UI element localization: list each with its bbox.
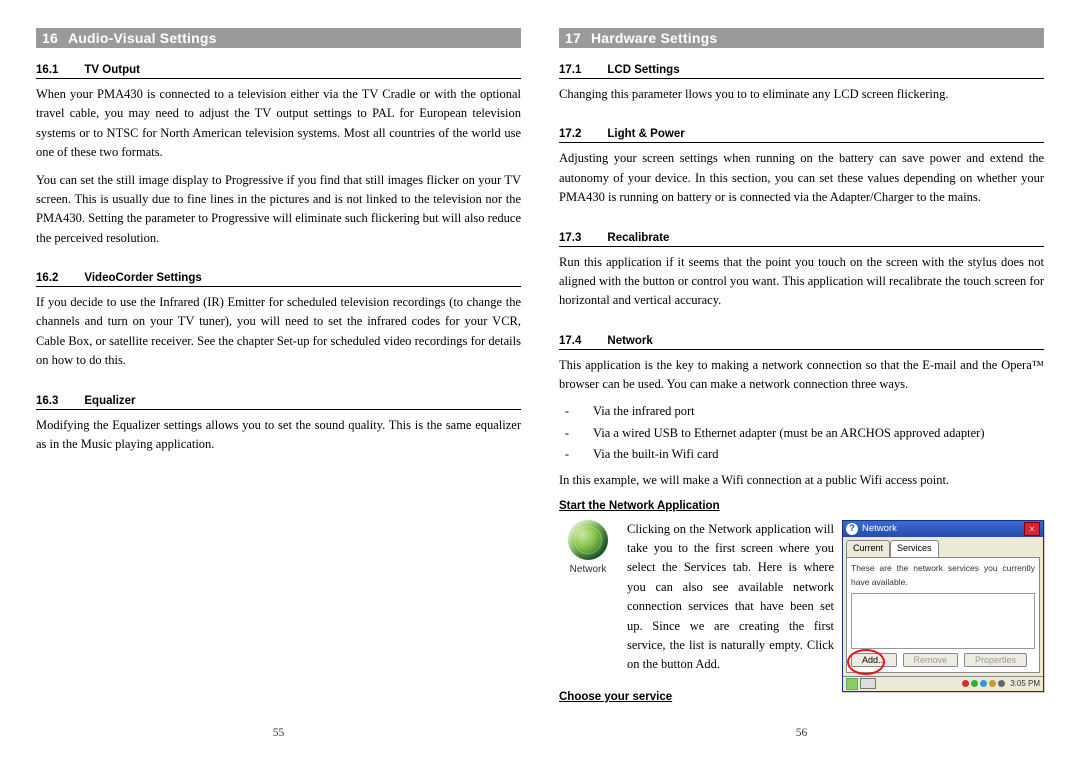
section-title: TV Output xyxy=(84,64,140,76)
services-listbox[interactable] xyxy=(851,593,1035,649)
list-item: -Via the infrared port xyxy=(559,402,1044,421)
network-dialog: ? Network × Current Services These are t… xyxy=(842,520,1044,692)
annotation-circle-icon xyxy=(847,649,885,675)
section-rule xyxy=(559,142,1044,143)
section-number: 16.1 xyxy=(36,64,58,76)
dialog-titlebar: ? Network × xyxy=(843,521,1043,538)
section-17-4: 17.4 Network This application is the key… xyxy=(559,327,1044,711)
tray-icon xyxy=(971,680,978,687)
paragraph: Changing this parameter llows you to to … xyxy=(559,85,1044,104)
page-left: 16 Audio-Visual Settings 16.1 TV Output … xyxy=(36,28,521,739)
chapter-number: 16 xyxy=(42,30,58,46)
chapter-title: Audio-Visual Settings xyxy=(68,30,217,46)
paragraph: If you decide to use the Infrared (IR) E… xyxy=(36,293,521,371)
section-body: Adjusting your screen settings when runn… xyxy=(559,149,1044,207)
section-number: 16.3 xyxy=(36,395,58,407)
bullet-list: -Via the infrared port -Via a wired USB … xyxy=(559,402,1044,464)
section-number: 17.3 xyxy=(559,232,581,244)
dialog-tabs: Current Services xyxy=(846,540,1040,557)
chapter-title: Hardware Settings xyxy=(591,30,717,46)
section-title: Light & Power xyxy=(607,128,684,140)
section-rule xyxy=(559,349,1044,350)
paragraph: Adjusting your screen settings when runn… xyxy=(559,149,1044,207)
section-body: Modifying the Equalizer settings allows … xyxy=(36,416,521,455)
close-button[interactable]: × xyxy=(1024,522,1040,536)
paragraph: Clicking on the Network application will… xyxy=(627,520,834,675)
section-title: LCD Settings xyxy=(607,64,679,76)
page-number: 55 xyxy=(36,727,521,739)
section-body: This application is the key to making a … xyxy=(559,356,1044,711)
system-tray: 3:05 PM xyxy=(962,678,1040,690)
section-rule xyxy=(36,286,521,287)
section-title: Network xyxy=(607,335,652,347)
section-16-2: 16.2 VideoCorder Settings If you decide … xyxy=(36,264,521,379)
section-body: Changing this parameter llows you to to … xyxy=(559,85,1044,104)
subheading-choose-service: Choose your service xyxy=(559,689,834,707)
section-number: 17.1 xyxy=(559,64,581,76)
tray-icon xyxy=(998,680,1005,687)
list-item: -Via the built-in Wifi card xyxy=(559,445,1044,464)
section-16-3: 16.3 Equalizer Modifying the Equalizer s… xyxy=(36,387,521,463)
chapter-heading-16: 16 Audio-Visual Settings xyxy=(36,28,521,48)
page-number: 56 xyxy=(559,727,1044,739)
remove-button[interactable]: Remove xyxy=(903,653,959,667)
tray-icon xyxy=(980,680,987,687)
section-16-1: 16.1 TV Output When your PMA430 is conne… xyxy=(36,56,521,256)
section-title: VideoCorder Settings xyxy=(84,272,201,284)
subheading-start-network: Start the Network Application xyxy=(559,498,1044,516)
chapter-number: 17 xyxy=(565,30,581,46)
section-body: When your PMA430 is connected to a telev… xyxy=(36,85,521,248)
section-number: 17.2 xyxy=(559,128,581,140)
paragraph: Modifying the Equalizer settings allows … xyxy=(36,416,521,455)
paragraph: When your PMA430 is connected to a telev… xyxy=(36,85,521,163)
clock: 3:05 PM xyxy=(1010,678,1040,690)
section-17-1: 17.1 LCD Settings Changing this paramete… xyxy=(559,56,1044,112)
section-17-3: 17.3 Recalibrate Run this application if… xyxy=(559,224,1044,319)
section-body: Run this application if it seems that th… xyxy=(559,253,1044,311)
paragraph: In this example, we will make a Wifi con… xyxy=(559,471,1044,490)
dialog-hint: These are the network services you curre… xyxy=(851,562,1035,588)
dialog-title: Network xyxy=(862,522,897,537)
tab-current[interactable]: Current xyxy=(846,540,890,557)
section-rule xyxy=(36,78,521,79)
tab-services[interactable]: Services xyxy=(890,540,939,557)
section-17-2: 17.2 Light & Power Adjusting your screen… xyxy=(559,120,1044,215)
section-title: Equalizer xyxy=(84,395,135,407)
list-item: -Via a wired USB to Ethernet adapter (mu… xyxy=(559,424,1044,443)
paragraph: Run this application if it seems that th… xyxy=(559,253,1044,311)
globe-icon xyxy=(568,520,608,560)
section-title: Recalibrate xyxy=(607,232,669,244)
page-right: 17 Hardware Settings 17.1 LCD Settings C… xyxy=(559,28,1044,739)
start-icon[interactable] xyxy=(846,678,858,690)
tray-icon xyxy=(962,680,969,687)
chapter-heading-17: 17 Hardware Settings xyxy=(559,28,1044,48)
keyboard-icon[interactable] xyxy=(860,678,876,689)
network-icon-block: Network xyxy=(559,520,617,578)
section-rule xyxy=(36,409,521,410)
network-icon-label: Network xyxy=(559,562,617,578)
section-number: 16.2 xyxy=(36,272,58,284)
help-icon: ? xyxy=(846,523,858,535)
properties-button[interactable]: Properties xyxy=(964,653,1027,667)
paragraph: You can set the still image display to P… xyxy=(36,171,521,249)
section-rule xyxy=(559,78,1044,79)
paragraph: This application is the key to making a … xyxy=(559,356,1044,395)
tray-icon xyxy=(989,680,996,687)
dialog-taskbar: 3:05 PM xyxy=(843,676,1043,691)
section-rule xyxy=(559,246,1044,247)
document-spread: 16 Audio-Visual Settings 16.1 TV Output … xyxy=(0,0,1080,763)
section-number: 17.4 xyxy=(559,335,581,347)
section-body: If you decide to use the Infrared (IR) E… xyxy=(36,293,521,371)
dialog-panel: These are the network services you curre… xyxy=(846,557,1040,672)
